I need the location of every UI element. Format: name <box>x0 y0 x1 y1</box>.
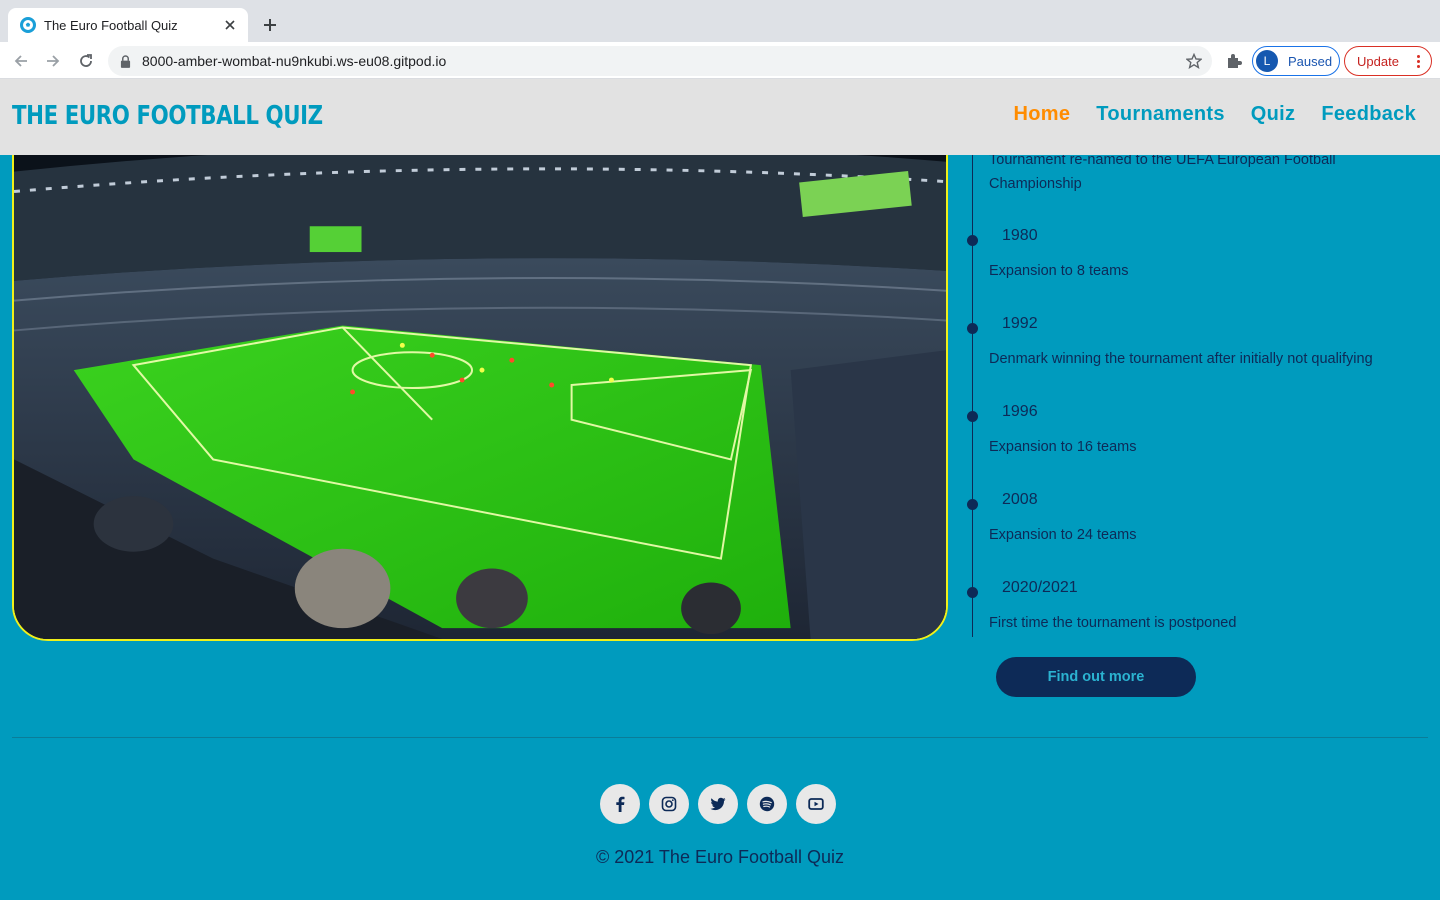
twitter-icon[interactable] <box>698 784 738 824</box>
close-tab-icon[interactable] <box>222 17 238 33</box>
facebook-icon[interactable] <box>600 784 640 824</box>
spotify-icon[interactable] <box>747 784 787 824</box>
nav-home[interactable]: Home <box>1014 103 1071 126</box>
find-out-more-button[interactable]: Find out more <box>996 657 1196 697</box>
reload-icon[interactable] <box>73 48 99 74</box>
timeline-intro-text: Tournament re-named to the UEFA European… <box>989 152 1336 192</box>
copyright-text: © 2021 The Euro Football Quiz <box>595 847 845 867</box>
timeline-dot <box>967 499 978 510</box>
bookmark-star-icon[interactable] <box>1185 52 1203 69</box>
timeline-year: 1992 <box>1002 315 1038 332</box>
timeline-text: Expansion to 24 teams <box>989 527 1137 543</box>
forward-icon[interactable] <box>40 48 66 74</box>
football-favicon-icon <box>20 17 36 33</box>
nav-feedback[interactable]: Feedback <box>1321 103 1416 126</box>
extensions-puzzle-icon[interactable] <box>1224 51 1244 71</box>
timeline-dot <box>967 587 978 598</box>
avatar: L <box>1256 50 1278 72</box>
timeline-dot <box>967 411 978 422</box>
back-icon[interactable] <box>8 48 34 74</box>
profile-button[interactable]: L Paused <box>1252 46 1340 76</box>
timeline-year: 2008 <box>1002 491 1038 508</box>
update-label: Update <box>1357 53 1399 69</box>
timeline-dot <box>967 235 978 246</box>
browser-tab[interactable]: The Euro Football Quiz <box>8 8 248 42</box>
timeline-text: Denmark winning the tournament after ini… <box>989 351 1373 367</box>
more-menu-icon <box>1411 54 1425 68</box>
address-bar[interactable]: 8000-amber-wombat-nu9nkubi.ws-eu08.gitpo… <box>108 46 1212 76</box>
site-header: THE EURO FOOTBALL QUIZ Home Tournaments … <box>0 79 1440 155</box>
timeline-text: Expansion to 8 teams <box>989 263 1129 279</box>
youtube-icon[interactable] <box>796 784 836 824</box>
new-tab-icon[interactable] <box>258 13 282 37</box>
browser-toolbar: 8000-amber-wombat-nu9nkubi.ws-eu08.gitpo… <box>0 42 1440 79</box>
lock-icon <box>120 54 134 68</box>
tab-title: The Euro Football Quiz <box>44 17 178 33</box>
social-links <box>600 784 836 824</box>
url-text: 8000-amber-wombat-nu9nkubi.ws-eu08.gitpo… <box>142 53 447 69</box>
site-brand[interactable]: THE EURO FOOTBALL QUIZ <box>12 101 323 131</box>
tournament-timeline: Tournament re-named to the UEFA European… <box>967 152 1432 637</box>
instagram-icon[interactable] <box>649 784 689 824</box>
update-button[interactable]: Update <box>1344 46 1432 76</box>
nav-quiz[interactable]: Quiz <box>1251 103 1296 126</box>
main-nav: Home Tournaments Quiz Feedback <box>1014 103 1416 126</box>
timeline-text: Expansion to 16 teams <box>989 439 1137 455</box>
stadium-hero-image <box>12 130 948 641</box>
timeline-line <box>972 155 973 637</box>
browser-tabbar: The Euro Football Quiz <box>0 0 1440 42</box>
timeline-year: 1980 <box>1002 227 1038 244</box>
footer-divider <box>12 737 1428 738</box>
timeline-text: First time the tournament is postponed <box>989 615 1237 631</box>
nav-tournaments[interactable]: Tournaments <box>1096 103 1225 126</box>
profile-status: Paused <box>1288 53 1333 69</box>
timeline-dot <box>967 323 978 334</box>
timeline-year: 1996 <box>1002 403 1038 420</box>
timeline-year: 2020/2021 <box>1002 579 1078 596</box>
